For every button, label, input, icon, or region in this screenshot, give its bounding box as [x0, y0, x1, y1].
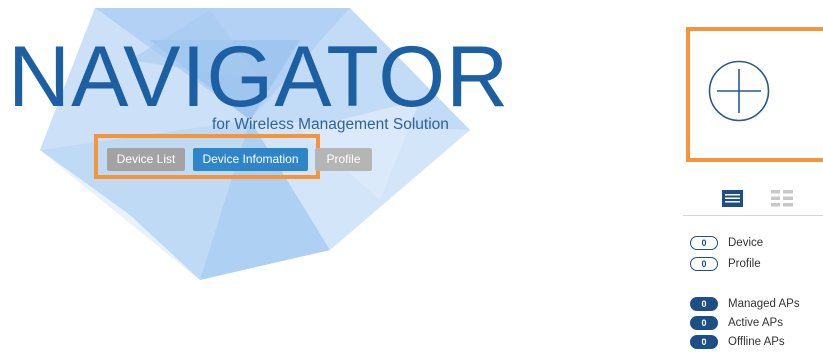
logo-title: NAVIGATOR: [8, 29, 510, 125]
add-device-button[interactable]: [708, 60, 770, 122]
active-aps-count-badge: 0: [690, 316, 718, 330]
logo-subtitle: for Wireless Management Solution: [212, 116, 449, 133]
count-row-device: 0 Device: [690, 236, 763, 250]
profile-count-badge: 0: [690, 257, 718, 271]
offline-aps-count-badge: 0: [690, 335, 718, 349]
plus-circle-icon: [708, 60, 770, 122]
offline-aps-count-label: Offline APs: [728, 336, 785, 348]
list-view-icon[interactable]: [722, 190, 743, 207]
navigator-screen: NAVIGATOR for Wireless Management Soluti…: [0, 0, 823, 353]
count-row-offline-aps: 0 Offline APs: [690, 335, 785, 349]
managed-aps-count-badge: 0: [690, 297, 718, 311]
device-count-label: Device: [728, 237, 764, 249]
profile-count-label: Profile: [728, 258, 761, 270]
divider: [683, 215, 823, 216]
tab-device-information[interactable]: Device Infomation: [193, 148, 308, 171]
device-count-badge: 0: [690, 236, 718, 250]
count-row-active-aps: 0 Active APs: [690, 316, 783, 330]
tab-profile[interactable]: Profile: [315, 148, 372, 171]
active-aps-count-label: Active APs: [728, 317, 783, 329]
grid-view-icon[interactable]: [771, 190, 793, 207]
managed-aps-count-label: Managed APs: [728, 298, 800, 310]
count-row-profile: 0 Profile: [690, 257, 761, 271]
tab-device-list[interactable]: Device List: [107, 148, 185, 171]
count-row-managed-aps: 0 Managed APs: [690, 297, 800, 311]
